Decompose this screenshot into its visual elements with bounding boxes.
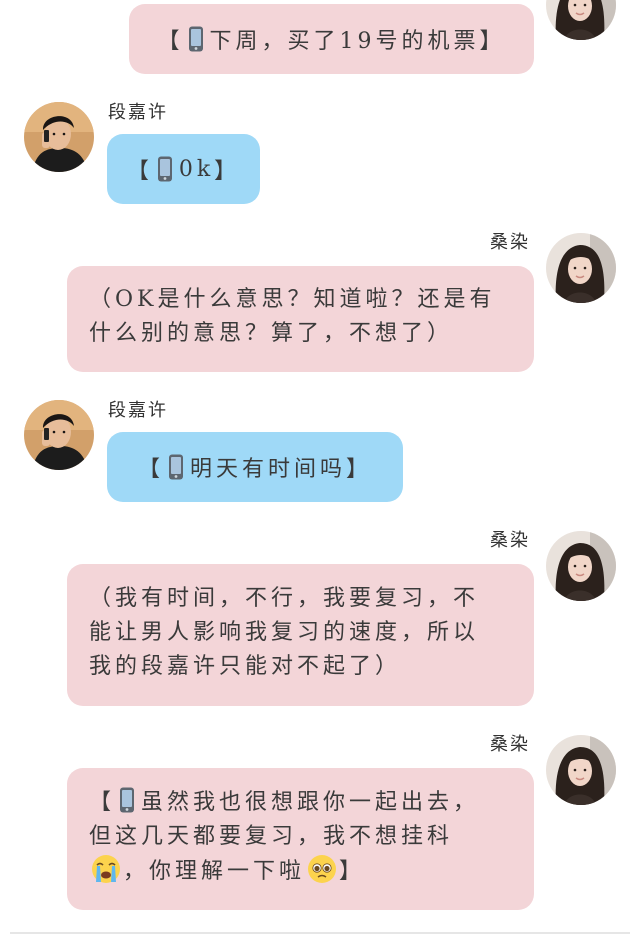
- divider: [10, 932, 630, 934]
- message-bubble[interactable]: 【虽然我也很想跟你一起出去， 但这几天都要复习，我不想挂科 ，你理解一下啦 】: [67, 768, 534, 910]
- bracket-close: 】: [214, 159, 241, 184]
- message-line: ，你理解一下啦 】: [89, 854, 534, 889]
- avatar[interactable]: [546, 531, 616, 601]
- phone-icon: [168, 454, 184, 480]
- avatar[interactable]: [24, 400, 94, 470]
- bracket-close: 】: [339, 859, 366, 884]
- message-text: ，你理解一下啦: [123, 859, 306, 884]
- loudly-crying-face-emoji: [91, 854, 121, 884]
- bracket-open: 【: [89, 790, 116, 815]
- sender-name: 桑染: [490, 530, 530, 551]
- sender-name: 段嘉许: [108, 400, 168, 421]
- message-text: 能让男人影响我复习的速度，所以: [89, 620, 480, 645]
- message-text: 下周，买了19号的机票: [209, 29, 480, 54]
- sender-name: 桑染: [490, 232, 530, 253]
- avatar[interactable]: [546, 0, 616, 40]
- avatar[interactable]: [546, 735, 616, 805]
- message-text: 0k: [178, 156, 215, 182]
- phone-icon: [119, 787, 135, 813]
- phone-icon: [188, 26, 204, 52]
- avatar[interactable]: [24, 102, 94, 172]
- message-text: 我的段嘉许只能对不起了）: [89, 654, 402, 679]
- sender-name: 桑染: [490, 734, 530, 755]
- bracket-close: 】: [346, 457, 373, 482]
- bracket-open: 【: [137, 457, 164, 482]
- bracket-open: 【: [157, 29, 184, 54]
- message-text: （我有时间，不行，我要复习，不: [89, 586, 480, 611]
- message-bubble[interactable]: 【 下周，买了19号的机票 】: [129, 4, 534, 74]
- message-line: 【虽然我也很想跟你一起出去，: [89, 786, 534, 820]
- message-bubble[interactable]: （OK是什么意思？知道啦？还是有 什么别的意思？算了，不想了）: [67, 266, 534, 372]
- avatar[interactable]: [546, 233, 616, 303]
- message-bubble[interactable]: 【 0k 】: [107, 134, 260, 204]
- message-text: 虽然我也很想跟你一起出去，: [141, 790, 480, 815]
- message-text: 但这几天都要复习，我不想挂科: [89, 824, 454, 849]
- message-text: 明天有时间吗: [189, 457, 346, 482]
- pleading-face-emoji: [307, 854, 337, 884]
- message-bubble[interactable]: 【 明天有时间吗 】: [107, 432, 403, 502]
- sender-name: 段嘉许: [108, 102, 168, 123]
- phone-icon: [157, 156, 173, 182]
- message-text: 什么别的意思？算了，不想了）: [89, 321, 454, 346]
- bracket-open: 【: [126, 159, 153, 184]
- message-text: （OK是什么意思？知道啦？还是有: [89, 287, 496, 312]
- message-bubble[interactable]: （我有时间，不行，我要复习，不 能让男人影响我复习的速度，所以 我的段嘉许只能对…: [67, 564, 534, 706]
- chat-conversation: 【 下周，买了19号的机票 】 段嘉许 【 0k 】 桑染 （OK是什么意思？知…: [0, 0, 640, 941]
- bracket-close: 】: [479, 29, 506, 54]
